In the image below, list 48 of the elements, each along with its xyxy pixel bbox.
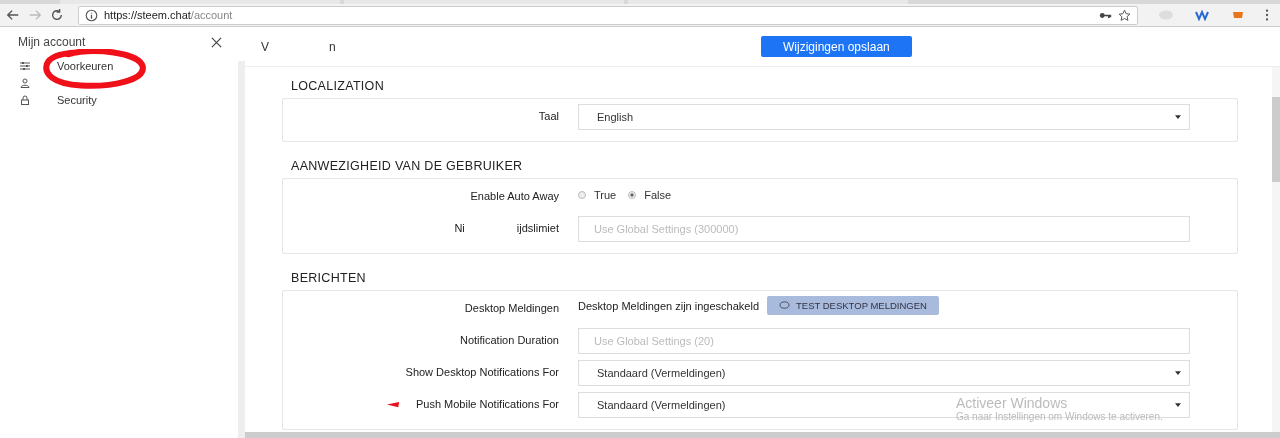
lock-icon[interactable] [20,94,30,105]
section-title: BERICHTEN [291,271,367,285]
status-text: Desktop Meldingen zijn ingeschakeld [578,299,759,312]
sliders-icon[interactable] [20,60,30,71]
activation-title: Activeer Windows [956,395,1069,411]
chat-icon [779,301,790,310]
page-title: V [261,39,269,54]
field-label: Taal [538,110,559,122]
radio-button[interactable] [578,191,586,199]
extension-icon[interactable] [1194,9,1210,21]
section-title: LOCALIZATION [291,79,385,93]
reload-icon[interactable] [50,8,64,22]
back-icon[interactable] [6,8,20,22]
caret-icon [1175,371,1181,375]
info-icon[interactable] [85,8,98,22]
extension-icon[interactable] [1230,9,1246,21]
annotation-mark [385,400,400,408]
save-button[interactable]: Wijzigingen opslaan [761,36,912,57]
scrollbar[interactable] [245,432,1280,438]
caret-icon [1175,403,1181,407]
input-field[interactable]: Use Global Settings (20) [578,328,1190,354]
user-icon[interactable] [20,77,30,88]
page-title: n [329,39,336,54]
section-title: AANWEZIGHEID VAN DE GEBRUIKER [291,159,524,173]
dropdown[interactable]: Standaard (Vermeldingen) [578,360,1190,386]
radio-button[interactable] [628,191,637,199]
scrollbar[interactable] [238,61,245,438]
dropdown[interactable]: English [578,104,1190,130]
field-label: Enable Auto Away [470,190,559,202]
sidebar-title: Mijn account [18,35,86,49]
field-label: Show Desktop Notifications For [405,366,559,378]
caret-icon [1175,115,1181,119]
url-text: https://steem.chat/account [104,9,234,21]
radio-label[interactable]: False [644,189,672,201]
field-label: Desktop Meldingen [464,302,559,314]
field-label: Notification Duration [459,334,559,346]
field-label: ijdslimiet [516,222,559,234]
radio-label[interactable]: True [594,189,617,201]
field-label: Ni [454,222,465,234]
test-button[interactable]: TEST DESKTOP MELDINGEN [767,296,939,315]
sidebar-item[interactable]: Security [57,93,97,106]
sidebar-item[interactable]: Voorkeuren [57,59,114,72]
scrollbar-thumb[interactable] [1272,97,1280,182]
input-field[interactable]: Use Global Settings (300000) [578,216,1190,242]
star-icon[interactable] [1118,8,1131,22]
field-label: Push Mobile Notifications For [415,398,559,410]
close-icon[interactable] [211,36,222,48]
address-bar[interactable]: https://steem.chat/account [78,5,1138,25]
